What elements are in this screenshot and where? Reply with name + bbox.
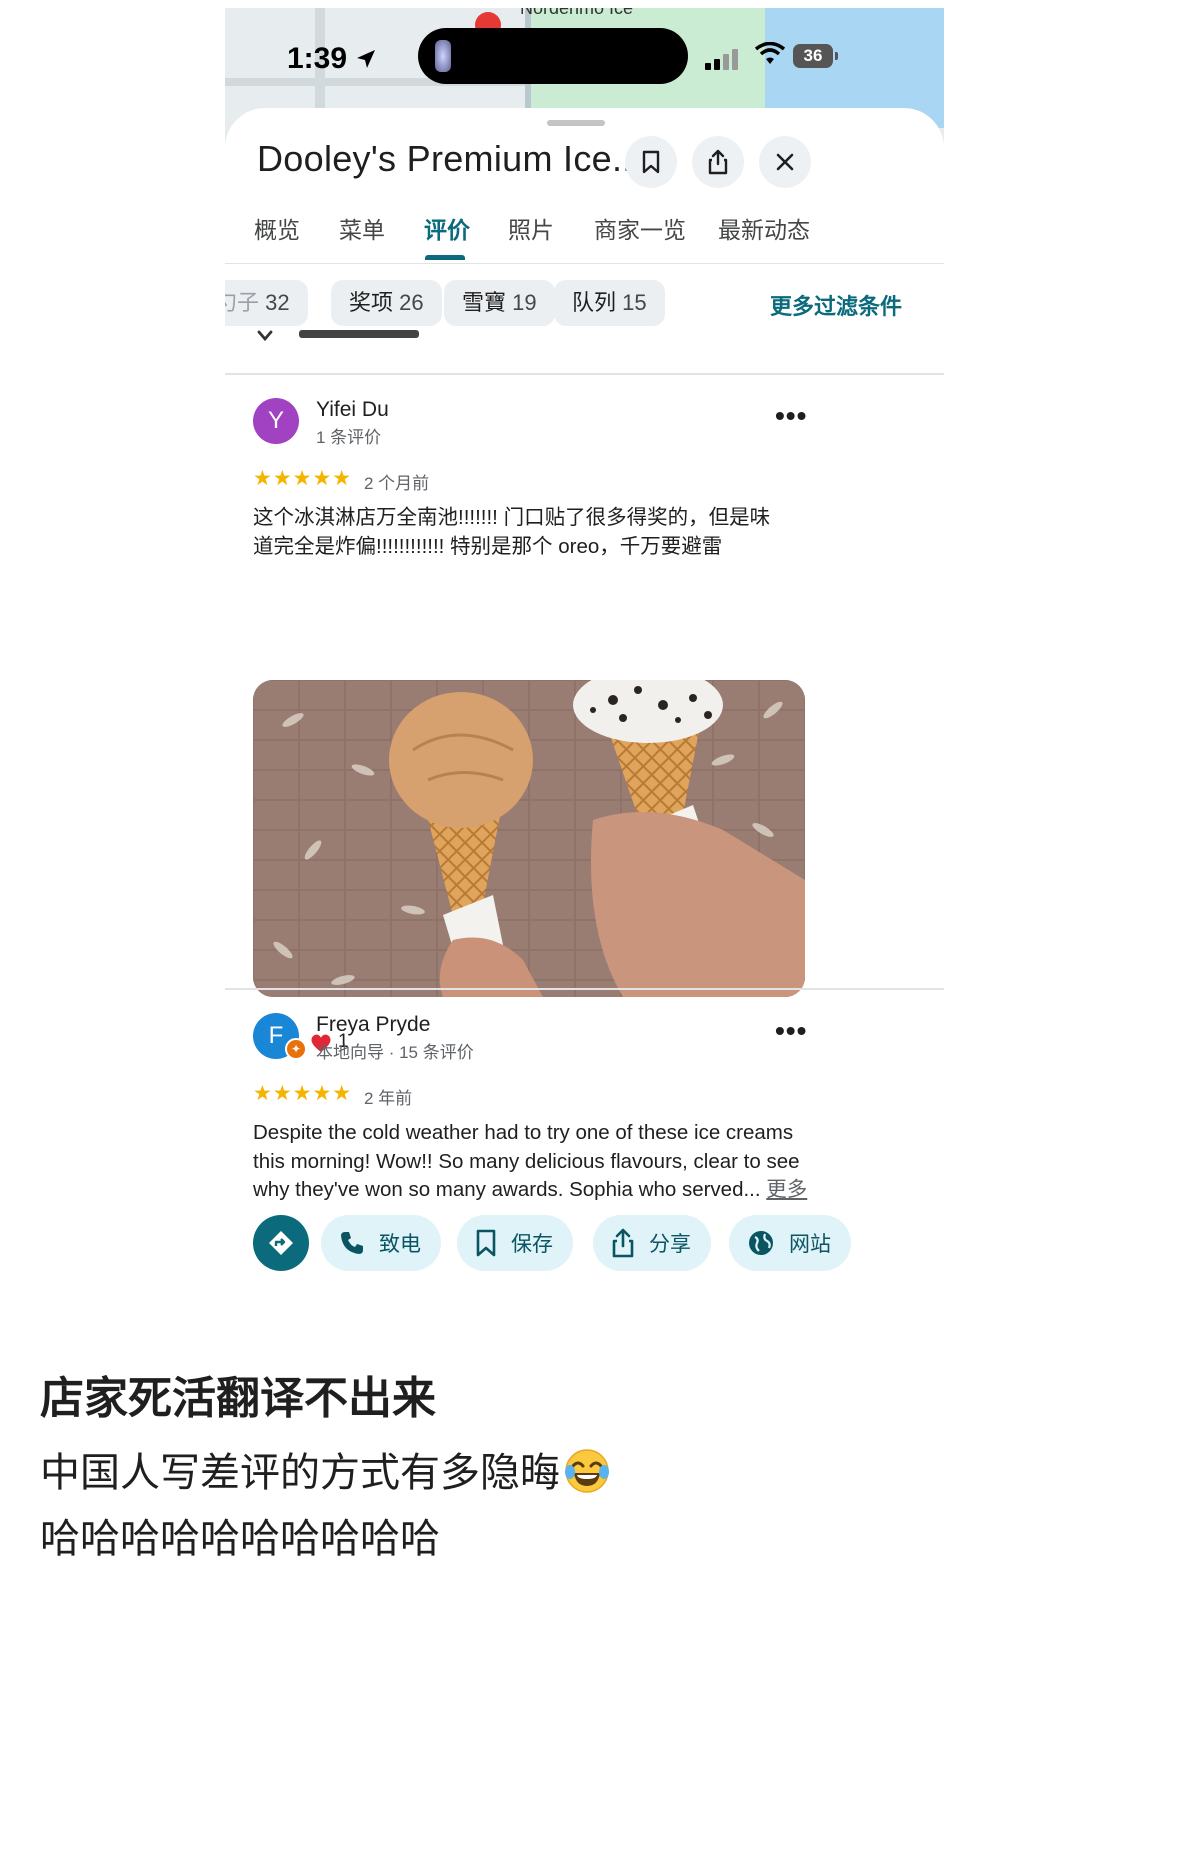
clipped-text — [299, 330, 419, 338]
call-button[interactable]: 致电 — [321, 1215, 441, 1271]
review-text-line: why they've won so many awards. Sophia w… — [253, 1178, 761, 1201]
share-icon — [708, 149, 728, 175]
filter-chip-count: 32 — [265, 290, 290, 315]
directions-button[interactable] — [253, 1215, 309, 1271]
filter-chip[interactable]: 奖项 26 — [331, 280, 442, 326]
tab-updates[interactable]: 最新动态 — [718, 211, 810, 245]
share-button[interactable]: 分享 — [593, 1215, 711, 1271]
review-text-line: 道完全是炸偏!!!!!!!!!!!! 特别是那个 oreo，千万要避雷 — [253, 534, 723, 558]
filter-chip[interactable]: 队列 15 — [554, 280, 665, 326]
avatar[interactable]: Y — [253, 398, 299, 444]
caption-line-3: 哈哈哈哈哈哈哈哈哈哈 — [40, 1516, 440, 1562]
active-tab-indicator — [425, 255, 465, 260]
globe-icon — [749, 1231, 773, 1255]
tab-overview[interactable]: 概览 — [254, 211, 300, 245]
battery-indicator: 36 — [793, 44, 838, 68]
website-label: 网站 — [789, 1233, 831, 1256]
share-label: 分享 — [649, 1233, 691, 1256]
location-arrow-icon — [357, 50, 375, 68]
place-tabs: 概览 菜单 评价 照片 商家一览 最新动态 — [225, 203, 944, 264]
phone-screen: Nordenmo Ice 1:39 36 Dooley's Premium Ic… — [225, 8, 944, 1498]
save-button[interactable]: 保存 — [457, 1215, 573, 1271]
filter-chip-count: 15 — [622, 290, 647, 315]
ice-cream-photo-illustration — [253, 680, 805, 997]
review-text-line: Despite the cold weather had to try one … — [253, 1121, 794, 1144]
sort-row-partial[interactable] — [255, 330, 505, 344]
filter-chip-label: 勺子 — [225, 290, 260, 315]
star-rating: ★★★★★ — [253, 1082, 353, 1105]
phone-icon — [341, 1232, 363, 1254]
sheet-grabber[interactable] — [547, 120, 605, 126]
filter-chip[interactable]: 雪寶 19 — [444, 280, 555, 326]
caption-line-2: 中国人写差评的方式有多隐晦 — [40, 1440, 610, 1498]
more-icon[interactable]: ••• — [775, 400, 807, 432]
more-icon[interactable]: ••• — [775, 1015, 807, 1047]
save-place-button[interactable] — [625, 136, 677, 188]
website-button[interactable]: 网站 — [729, 1215, 851, 1271]
tab-reviews[interactable]: 评价 — [424, 211, 470, 245]
review-text-line: 这个冰淇淋店万全南池!!!!!!! 门口贴了很多得奖的，但是味 — [253, 506, 771, 529]
save-label: 保存 — [511, 1233, 553, 1256]
filter-chip[interactable]: 勺子 32 — [225, 280, 308, 326]
close-button[interactable] — [759, 136, 811, 188]
share-place-button[interactable] — [692, 136, 744, 188]
read-more-link[interactable]: 更多 — [766, 1178, 807, 1201]
review-text: 这个冰淇淋店万全南池!!!!!!! 门口贴了很多得奖的，但是味 道完全是炸偏!!… — [253, 504, 808, 561]
dynamic-island — [418, 28, 688, 84]
star-rating: ★★★★★ — [253, 467, 353, 490]
review-text: Despite the cold weather had to try one … — [253, 1119, 813, 1205]
reviewer-name[interactable]: Yifei Du — [316, 398, 389, 422]
filter-chip-count: 26 — [399, 290, 424, 315]
tab-menu[interactable]: 菜单 — [339, 211, 385, 245]
close-icon — [776, 153, 794, 171]
tab-directory[interactable]: 商家一览 — [594, 211, 686, 245]
filter-chip-count: 19 — [512, 290, 537, 315]
directions-icon — [269, 1231, 293, 1255]
review-age: 2 年前 — [364, 1089, 413, 1108]
wifi-icon — [755, 42, 785, 64]
filter-chip-label: 奖项 — [349, 290, 394, 315]
review-age: 2 个月前 — [364, 474, 430, 493]
caption-line-2-text: 中国人写差评的方式有多隐晦 — [40, 1450, 560, 1496]
review-text-line: this morning! Wow!! So many delicious fl… — [253, 1149, 800, 1173]
place-title: Dooley's Premium Ice... — [257, 138, 643, 179]
cellular-signal-icon — [705, 48, 743, 70]
action-bar: 致电 保存 分享 网站 — [225, 1213, 944, 1273]
map-label: Nordenmo Ice — [520, 8, 634, 18]
flashlight-icon — [435, 40, 451, 72]
section-divider — [225, 988, 944, 990]
bookmark-icon — [642, 150, 660, 174]
tab-photos[interactable]: 照片 — [508, 211, 554, 245]
more-filters-link[interactable]: 更多过滤条件 — [770, 289, 902, 321]
local-guide-badge: ✦ — [285, 1038, 307, 1060]
status-time: 1:39 — [287, 42, 348, 75]
review-filter-chips: 勺子 32 奖项 26 雪寶 19 队列 15 更多过滤条件 — [225, 280, 944, 326]
call-label: 致电 — [379, 1233, 421, 1256]
caption-line-1: 店家死活翻译不出来 — [40, 1373, 436, 1424]
filter-chip-label: 队列 — [572, 290, 617, 315]
chevron-down-icon — [257, 330, 273, 342]
reviewer-name[interactable]: Freya Pryde — [316, 1013, 430, 1037]
review-photo[interactable] — [253, 680, 805, 997]
reviewer-meta: 1 条评价 — [316, 428, 382, 447]
filter-chip-label: 雪寶 — [462, 290, 507, 315]
share-icon — [612, 1228, 634, 1258]
section-divider — [225, 373, 944, 375]
laughing-emoji-icon — [565, 1449, 609, 1493]
bookmark-icon — [476, 1229, 496, 1257]
reviewer-meta: 本地向导 · 15 条评价 — [316, 1043, 474, 1062]
review-text-line: why they've won so many awards. Sophia w… — [253, 1176, 813, 1205]
place-sheet: Dooley's Premium Ice... 概览 菜单 评价 照片 商家一览… — [225, 108, 944, 1498]
